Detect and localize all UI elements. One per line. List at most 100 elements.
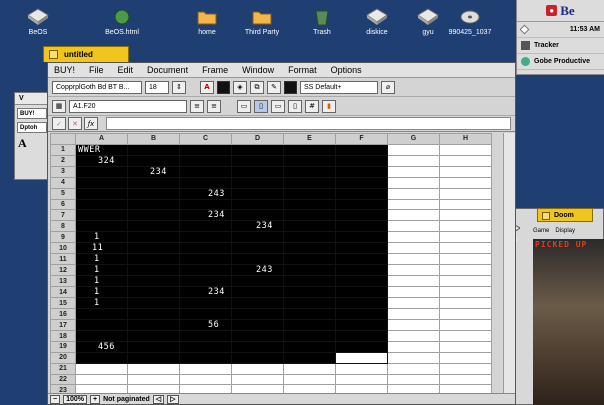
cancel-entry-button[interactable]: ✕ [68, 117, 82, 130]
cell-A15[interactable]: 1 [75, 297, 128, 310]
cell-B20[interactable] [127, 351, 180, 364]
cell-G4[interactable] [387, 176, 440, 189]
cell-A14[interactable]: 1 [75, 286, 128, 299]
line-color-swatch[interactable] [284, 80, 297, 94]
cell-G16[interactable] [387, 308, 440, 321]
row-header[interactable]: 16 [50, 308, 76, 321]
cell-E4[interactable] [283, 176, 336, 189]
cell-F16[interactable] [335, 308, 388, 321]
insert-column-icon[interactable]: ▯ [254, 99, 268, 113]
spreadsheet-grid[interactable]: A B C D E F G H 1 WWER 2 324 3 234 4 5 243 6 7 234 8 234 9 1 10 1… [50, 133, 492, 397]
cell-C17[interactable]: 56 [179, 319, 232, 332]
row-header[interactable]: 4 [50, 176, 76, 189]
cell-D19[interactable] [231, 340, 284, 353]
row-header[interactable]: 8 [50, 220, 76, 233]
cell-D16[interactable] [231, 308, 284, 321]
cell-E13[interactable] [283, 275, 336, 288]
cell-A3[interactable] [75, 165, 128, 178]
column-header[interactable]: D [231, 133, 284, 145]
cell-F13[interactable] [335, 275, 388, 288]
cell-A17[interactable] [75, 319, 128, 332]
cell-H22[interactable] [439, 373, 492, 386]
zoom-level[interactable]: 100% [63, 394, 87, 404]
cell-G10[interactable] [387, 242, 440, 255]
cell-G19[interactable] [387, 340, 440, 353]
copy-format-icon[interactable]: ⧉ [250, 80, 264, 94]
row-header[interactable]: 20 [50, 351, 76, 364]
cell-E17[interactable] [283, 319, 336, 332]
cell-H7[interactable] [439, 209, 492, 222]
menu-format[interactable]: Format [288, 65, 317, 75]
row-header[interactable]: 10 [50, 242, 76, 255]
close-icon[interactable] [49, 50, 58, 59]
cell-G7[interactable] [387, 209, 440, 222]
font-size-field[interactable]: 18 [145, 80, 169, 94]
cell-F7[interactable] [335, 209, 388, 222]
row-header[interactable]: 9 [50, 231, 76, 244]
cell-E5[interactable] [283, 187, 336, 200]
zoom-out-button[interactable]: − [50, 394, 61, 404]
cell-A9[interactable]: 1 [75, 231, 128, 244]
cell-B14[interactable] [127, 286, 180, 299]
cell-B9[interactable] [127, 231, 180, 244]
cell-A8[interactable] [75, 220, 128, 233]
cell-G14[interactable] [387, 286, 440, 299]
cell-G1[interactable] [387, 143, 440, 156]
cell-H16[interactable] [439, 308, 492, 321]
cell-F1[interactable] [335, 143, 388, 156]
cell-C22[interactable] [179, 373, 232, 386]
insert-row-icon[interactable]: ▭ [237, 99, 251, 113]
cell-A2[interactable]: 324 [75, 154, 128, 167]
cell-B15[interactable] [127, 297, 180, 310]
cell-E20[interactable] [283, 351, 336, 364]
cell-D9[interactable] [231, 231, 284, 244]
cell-F11[interactable] [335, 253, 388, 266]
cell-D1[interactable] [231, 143, 284, 156]
text-style-icon[interactable]: A [15, 136, 49, 151]
menu-edit[interactable]: Edit [118, 65, 134, 75]
row-header[interactable]: 12 [50, 264, 76, 277]
cell-D7[interactable] [231, 209, 284, 222]
cell-H19[interactable] [439, 340, 492, 353]
chart-icon[interactable]: ▮ [322, 99, 336, 113]
cell-D22[interactable] [231, 373, 284, 386]
style-select[interactable]: SS Default+ [300, 80, 378, 94]
delete-column-icon[interactable]: ▯ [288, 99, 302, 113]
cell-F2[interactable] [335, 154, 388, 167]
cell-G15[interactable] [387, 297, 440, 310]
cell-C3[interactable] [179, 165, 232, 178]
column-header[interactable]: C [179, 133, 232, 145]
align-right-icon[interactable]: ≡ [207, 99, 221, 113]
deskbar-app-tracker[interactable]: Tracker [517, 38, 604, 54]
cell-C10[interactable] [179, 242, 232, 255]
cell-C15[interactable] [179, 297, 232, 310]
cell-A7[interactable] [75, 209, 128, 222]
cell-H4[interactable] [439, 176, 492, 189]
cell-A1[interactable]: WWER [75, 143, 128, 156]
cell-F5[interactable] [335, 187, 388, 200]
cell-D18[interactable] [231, 330, 284, 342]
cell-D6[interactable] [231, 198, 284, 211]
cell-A22[interactable] [75, 373, 128, 386]
cell-D21[interactable] [231, 362, 284, 375]
cell-E9[interactable] [283, 231, 336, 244]
paperclip-icon[interactable]: ⌀ [381, 80, 395, 94]
column-header[interactable]: E [283, 133, 336, 145]
row-header[interactable]: 2 [50, 154, 76, 167]
cell-C12[interactable] [179, 264, 232, 277]
menu-file[interactable]: File [89, 65, 104, 75]
cell-B1[interactable] [127, 143, 180, 156]
cell-D5[interactable] [231, 187, 284, 200]
formula-entry-field[interactable] [106, 117, 511, 130]
be-menu-button[interactable]: ● Be [517, 0, 604, 22]
cell-D4[interactable] [231, 176, 284, 189]
cell-G18[interactable] [387, 330, 440, 342]
cell-B10[interactable] [127, 242, 180, 255]
cell-G20[interactable] [387, 351, 440, 364]
cell-E2[interactable] [283, 154, 336, 167]
cell-G2[interactable] [387, 154, 440, 167]
cell-C13[interactable] [179, 275, 232, 288]
cell-E1[interactable] [283, 143, 336, 156]
row-header[interactable]: 3 [50, 165, 76, 178]
cell-H3[interactable] [439, 165, 492, 178]
